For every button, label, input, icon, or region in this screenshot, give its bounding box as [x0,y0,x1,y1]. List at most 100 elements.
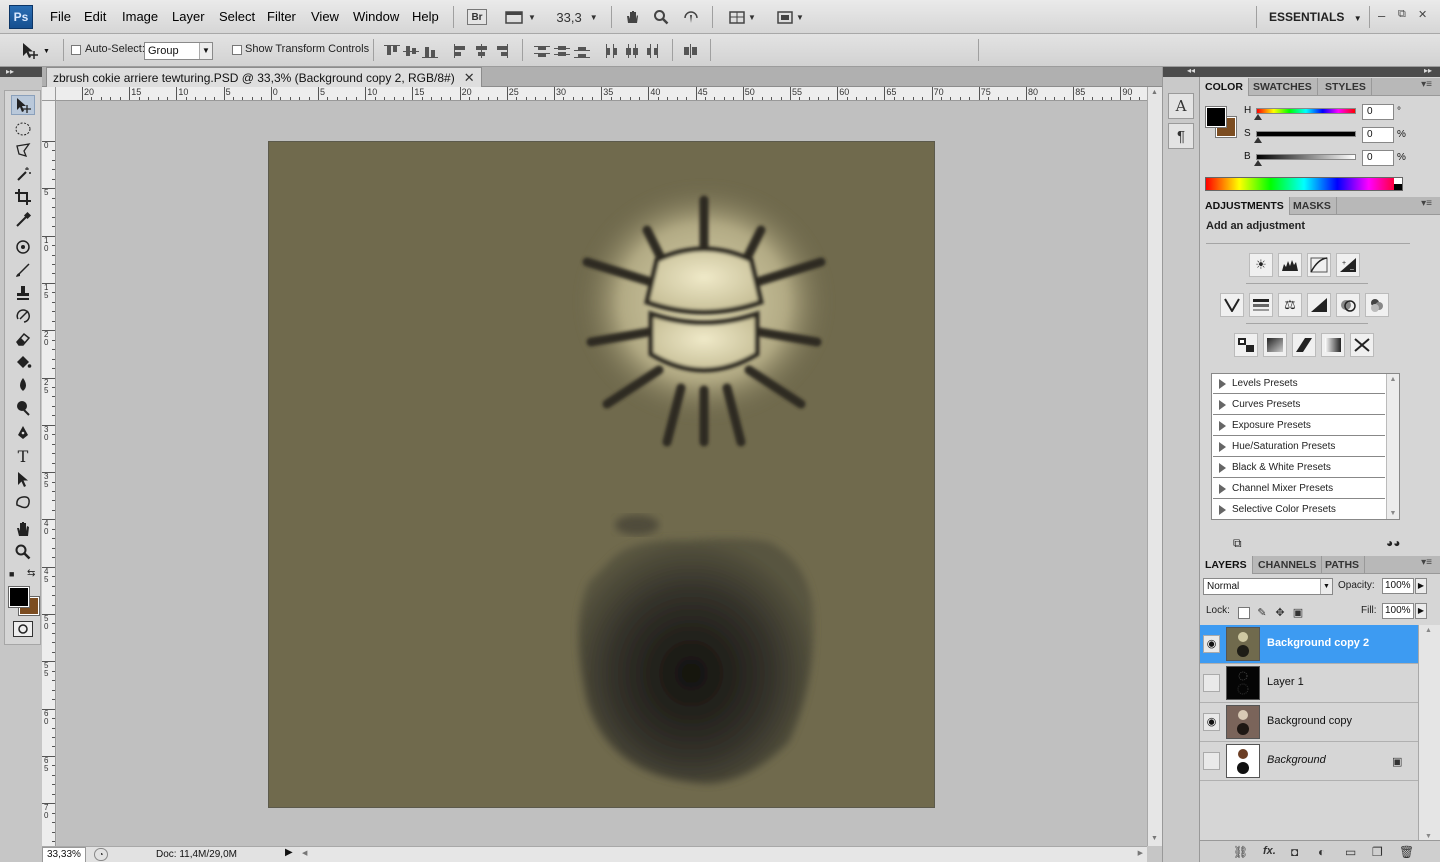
dodge-tool[interactable] [11,398,35,418]
preset-curves[interactable]: Curves Presets [1213,395,1385,415]
document-image[interactable] [268,141,935,808]
black-white-icon[interactable] [1307,293,1331,317]
hue-slider-knob[interactable] [1254,114,1262,120]
brightness-contrast-icon[interactable]: ☀ [1249,253,1273,277]
adjustment-layer-icon[interactable]: ◐ [1318,845,1325,859]
character-panel-button[interactable]: A [1168,93,1194,119]
scroll-down-icon[interactable]: ▼ [1425,833,1432,840]
distribute-right-edges-icon[interactable] [644,44,660,58]
scroll-down-icon[interactable]: ▼ [1151,835,1158,842]
preset-levels[interactable]: Levels Presets [1213,374,1385,394]
layer-style-fx-icon[interactable]: fx. [1263,845,1276,857]
preset-channel-mixer[interactable]: Channel Mixer Presets [1213,479,1385,499]
lasso-tool[interactable] [11,141,35,161]
magic-wand-tool[interactable] [11,164,35,184]
tab-channels[interactable]: CHANNELS [1253,556,1323,574]
color-panel-foreground-swatch[interactable] [1205,106,1227,128]
brightness-slider-knob[interactable] [1254,160,1262,166]
hue-slider[interactable] [1256,108,1356,114]
scroll-left-icon[interactable]: ◀ [302,849,307,857]
type-tool[interactable]: T [11,446,35,466]
menu-view[interactable]: View [311,9,339,24]
scroll-up-icon[interactable]: ▲ [1387,376,1399,383]
tab-swatches[interactable]: SWATCHES [1248,78,1318,96]
align-horizontal-centers-icon[interactable] [473,44,489,58]
brightness-slider[interactable] [1256,154,1356,160]
opacity-field[interactable]: 100% [1382,578,1414,594]
zoom-level-dropdown[interactable]: 33,3 ▼ [552,7,602,27]
eye-icon[interactable]: ◉ [1203,635,1220,653]
selective-color-icon[interactable] [1350,333,1374,357]
lock-all-icon[interactable]: ▣ [1292,607,1304,619]
document-tab[interactable]: zbrush cokie arriere tewturing.PSD @ 33,… [46,67,482,88]
layer-row[interactable]: ◉ Background ▣ [1200,742,1418,781]
marquee-tool[interactable] [11,119,35,139]
move-tool[interactable] [11,95,35,115]
align-right-edges-icon[interactable] [493,44,509,58]
status-menu-arrow-icon[interactable]: ▶ [285,847,293,858]
presets-scrollbar[interactable]: ▲ ▼ [1386,374,1399,519]
zoom-tool[interactable] [11,542,35,562]
ruler-origin[interactable] [42,87,56,101]
distribute-vertical-centers-icon[interactable] [554,44,570,58]
brush-tool[interactable] [11,260,35,280]
screen-mode-button[interactable]: ▼ [772,7,808,27]
posterize-icon[interactable] [1263,333,1287,357]
lock-transparent-pixels-icon[interactable] [1238,607,1250,619]
foreground-color-swatch[interactable] [8,586,30,608]
opacity-slider-arrow-icon[interactable]: ▶ [1415,578,1427,594]
blur-tool[interactable] [11,375,35,395]
color-balance-icon[interactable]: ⚖ [1278,293,1302,317]
menu-layer[interactable]: Layer [172,9,205,24]
color-spectrum-ramp[interactable] [1205,177,1403,191]
new-group-folder-icon[interactable]: ▭ [1345,845,1356,859]
channel-mixer-icon[interactable] [1365,293,1389,317]
bridge-button[interactable]: Br [467,9,487,25]
preset-black-white[interactable]: Black & White Presets [1213,458,1385,478]
auto-select-target-dropdown[interactable]: Group ▼ [144,42,213,60]
distribute-left-edges-icon[interactable] [604,44,620,58]
menu-window[interactable]: Window [353,9,399,24]
hue-saturation-icon[interactable] [1249,293,1273,317]
photo-filter-icon[interactable] [1336,293,1360,317]
vertical-scrollbar[interactable]: ▲ ▼ [1147,87,1162,846]
preset-hue-saturation[interactable]: Hue/Saturation Presets [1213,437,1385,457]
saturation-slider[interactable] [1256,131,1356,137]
menu-filter[interactable]: Filter [267,9,296,24]
close-button[interactable]: ✕ [1418,8,1427,21]
tab-paths[interactable]: PATHS [1320,556,1366,574]
panels-collapse-strip[interactable]: ▸▸ [1200,66,1440,77]
scroll-up-icon[interactable]: ▲ [1425,627,1432,634]
fill-field[interactable]: 100% [1382,603,1414,619]
vertical-ruler[interactable]: 0 5 10 15 20 25 30 35 40 45 50 55 60 65 70 [42,101,56,846]
auto-select-checkbox[interactable] [71,45,81,55]
blend-mode-dropdown[interactable]: Normal ▼ [1203,578,1333,595]
paragraph-panel-button[interactable]: ¶ [1168,123,1194,149]
healing-brush-tool[interactable] [11,237,35,257]
return-to-list-icon[interactable]: ⧉ [1233,536,1242,551]
rotate-view-button[interactable] [681,7,701,27]
vibrance-icon[interactable] [1220,293,1244,317]
invert-icon[interactable] [1234,333,1258,357]
show-transform-controls-checkbox[interactable] [232,45,242,55]
preset-exposure[interactable]: Exposure Presets [1213,416,1385,436]
gradient-map-icon[interactable] [1321,333,1345,357]
crop-tool[interactable] [11,187,35,207]
panel-menu-icon[interactable]: ▾≡ [1421,79,1432,90]
trash-icon[interactable]: 🗑 [1399,845,1414,859]
toolbox-collapse-strip[interactable]: ▸▸ [0,67,42,77]
restore-button[interactable]: ⧉ [1398,8,1406,21]
scroll-right-icon[interactable]: ▶ [1138,849,1143,857]
link-layers-icon[interactable]: ⛓ [1233,845,1248,859]
minimize-button[interactable]: – [1378,8,1385,23]
layer-row[interactable]: ◉ Background copy 2 [1200,625,1418,664]
saturation-value-field[interactable]: 0 [1362,127,1394,143]
zoom-tool-button[interactable] [651,7,671,27]
swap-colors-icon[interactable]: ⇆ [27,568,35,579]
panel-menu-icon[interactable]: ▾≡ [1421,557,1432,568]
hand-tool[interactable] [11,519,35,539]
arrange-documents-button[interactable]: ▼ [724,7,760,27]
quick-mask-button[interactable] [13,621,33,637]
clip-to-layer-icon[interactable]: ◕◕ [1386,536,1401,550]
default-colors-icon[interactable]: ■ [9,569,14,579]
